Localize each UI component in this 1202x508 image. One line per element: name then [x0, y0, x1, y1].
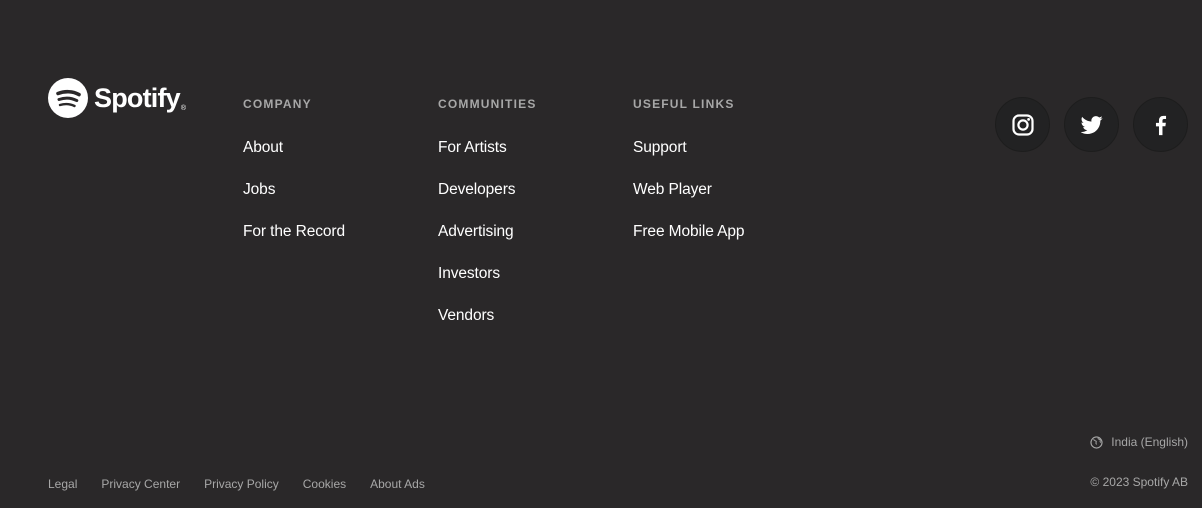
- site-footer: Spotify ® COMPANY About Jobs For the Rec…: [0, 0, 1202, 508]
- footer-link-free-mobile-app[interactable]: Free Mobile App: [633, 222, 744, 242]
- globe-icon: [1090, 435, 1103, 449]
- footer-link-support[interactable]: Support: [633, 138, 687, 158]
- footer-link-for-artists[interactable]: For Artists: [438, 138, 507, 158]
- footer-link-web-player[interactable]: Web Player: [633, 180, 712, 200]
- footer-link-developers[interactable]: Developers: [438, 180, 516, 200]
- facebook-button[interactable]: [1133, 97, 1188, 152]
- column-heading: COMMUNITIES: [438, 97, 537, 111]
- instagram-icon: [1011, 113, 1034, 136]
- footer-link-jobs[interactable]: Jobs: [243, 180, 275, 200]
- instagram-button[interactable]: [995, 97, 1050, 152]
- privacy-policy-link[interactable]: Privacy Policy: [204, 477, 279, 491]
- column-heading: COMPANY: [243, 97, 312, 111]
- spotify-wordmark: Spotify: [94, 82, 181, 113]
- social-links: [995, 97, 1188, 152]
- region-selector[interactable]: India (English): [1090, 435, 1188, 449]
- facebook-icon: [1155, 115, 1166, 135]
- footer-column-company: COMPANY About Jobs For the Record: [243, 97, 345, 264]
- privacy-center-link[interactable]: Privacy Center: [101, 477, 180, 491]
- footer-link-advertising[interactable]: Advertising: [438, 222, 514, 242]
- column-heading: USEFUL LINKS: [633, 97, 735, 111]
- footer-column-communities: COMMUNITIES For Artists Developers Adver…: [438, 97, 537, 348]
- spotify-logo[interactable]: Spotify ®: [48, 78, 186, 118]
- legal-links: Legal Privacy Center Privacy Policy Cook…: [48, 475, 425, 493]
- footer-link-for-the-record[interactable]: For the Record: [243, 222, 345, 242]
- about-ads-link[interactable]: About Ads: [370, 477, 425, 491]
- copyright-text: © 2023 Spotify AB: [1090, 475, 1188, 489]
- trademark-symbol: ®: [180, 105, 187, 112]
- footer-link-about[interactable]: About: [243, 138, 283, 158]
- cookies-link[interactable]: Cookies: [303, 477, 346, 491]
- footer-link-investors[interactable]: Investors: [438, 264, 500, 284]
- spotify-logo-icon: [48, 78, 88, 118]
- footer-column-useful-links: USEFUL LINKS Support Web Player Free Mob…: [633, 97, 744, 264]
- legal-link[interactable]: Legal: [48, 477, 77, 491]
- twitter-button[interactable]: [1064, 97, 1119, 152]
- twitter-icon: [1080, 115, 1103, 134]
- region-label: India (English): [1111, 435, 1188, 449]
- footer-link-vendors[interactable]: Vendors: [438, 306, 494, 326]
